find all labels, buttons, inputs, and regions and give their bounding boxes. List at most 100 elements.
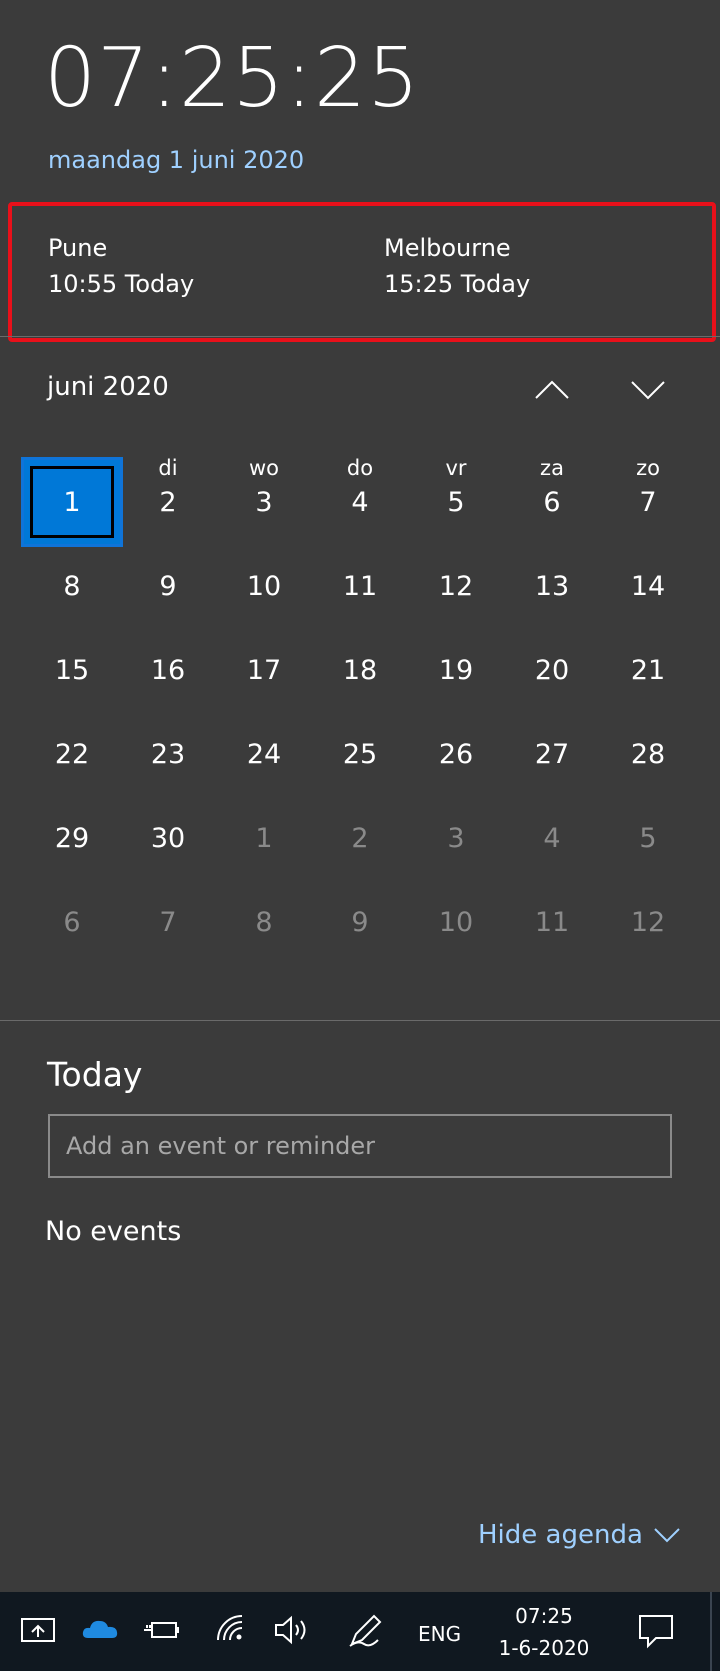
- calendar-day-number: 29: [54, 822, 90, 854]
- tablet-mode-icon[interactable]: [18, 1610, 58, 1650]
- calendar-day[interactable]: 17: [216, 628, 312, 712]
- calendar-day[interactable]: 12: [408, 544, 504, 628]
- calendar-day-number: 7: [639, 486, 657, 518]
- calendar-day[interactable]: 13: [504, 544, 600, 628]
- show-desktop-button[interactable]: [710, 1592, 712, 1671]
- divider: [0, 336, 720, 337]
- calendar-day[interactable]: 8: [24, 544, 120, 628]
- calendar-day-number: 19: [438, 654, 474, 686]
- calendar-day[interactable]: 6: [504, 460, 600, 544]
- previous-month-button[interactable]: [532, 370, 572, 410]
- next-month-button[interactable]: [628, 370, 668, 410]
- calendar-flyout: 07:25:25 maandag 1 juni 2020 Pune 10:55 …: [0, 0, 720, 1592]
- taskbar-clock[interactable]: 07:25 1-6-2020: [488, 1600, 600, 1664]
- calendar-day[interactable]: 21: [600, 628, 696, 712]
- chevron-down-icon: [654, 1528, 680, 1543]
- calendar-day-number: 9: [159, 570, 177, 602]
- calendar-day[interactable]: 4: [312, 460, 408, 544]
- action-center-icon[interactable]: [636, 1610, 676, 1650]
- add-event-input[interactable]: [48, 1114, 672, 1178]
- calendar-day-number: 27: [534, 738, 570, 770]
- calendar-day[interactable]: 20: [504, 628, 600, 712]
- calendar-day[interactable]: 10: [408, 880, 504, 964]
- calendar-day-number: 1: [63, 486, 81, 518]
- calendar-day[interactable]: 2: [312, 796, 408, 880]
- calendar-day[interactable]: 23: [120, 712, 216, 796]
- calendar-day-number: 15: [54, 654, 90, 686]
- calendar-day-number: 24: [246, 738, 282, 770]
- calendar-day-number: 1: [255, 822, 273, 854]
- calendar-day-number: 14: [630, 570, 666, 602]
- calendar-day[interactable]: 24: [216, 712, 312, 796]
- calendar-day[interactable]: 30: [120, 796, 216, 880]
- chevron-up-icon: [535, 380, 569, 399]
- taskbar-date: 1-6-2020: [498, 1636, 590, 1660]
- calendar-day[interactable]: 11: [504, 880, 600, 964]
- calendar-day[interactable]: 3: [216, 460, 312, 544]
- calendar-day[interactable]: 22: [24, 712, 120, 796]
- calendar-day[interactable]: 16: [120, 628, 216, 712]
- calendar-day[interactable]: 15: [24, 628, 120, 712]
- current-time: 07:25:25: [44, 31, 421, 126]
- world-clock-melbourne: Melbourne 15:25 Today: [384, 230, 530, 302]
- calendar-day[interactable]: 5: [408, 460, 504, 544]
- no-events-text: No events: [45, 1216, 182, 1247]
- world-clock-time: 15:25 Today: [384, 270, 531, 298]
- calendar-day[interactable]: 6: [24, 880, 120, 964]
- calendar-day[interactable]: 11: [312, 544, 408, 628]
- calendar-day[interactable]: 8: [216, 880, 312, 964]
- calendar-day[interactable]: 29: [24, 796, 120, 880]
- calendar-day-number: 20: [534, 654, 570, 686]
- month-label[interactable]: juni 2020: [47, 374, 169, 400]
- language-indicator[interactable]: ENG: [418, 1622, 461, 1646]
- calendar-day[interactable]: 14: [600, 544, 696, 628]
- calendar-day[interactable]: 3: [408, 796, 504, 880]
- calendar-day[interactable]: 7: [600, 460, 696, 544]
- volume-icon[interactable]: [272, 1610, 312, 1650]
- pen-workspace-icon[interactable]: [346, 1610, 386, 1650]
- calendar-day-number: 16: [150, 654, 186, 686]
- calendar-day[interactable]: 27: [504, 712, 600, 796]
- calendar-day-number: 12: [438, 570, 474, 602]
- calendar-day-number: 30: [150, 822, 186, 854]
- calendar-day[interactable]: 5: [600, 796, 696, 880]
- taskbar: [0, 1592, 720, 1671]
- divider: [0, 1020, 720, 1021]
- calendar-day[interactable]: 4: [504, 796, 600, 880]
- chevron-down-icon: [631, 381, 665, 400]
- calendar-day-today[interactable]: 1: [21, 457, 123, 547]
- calendar-day[interactable]: 10: [216, 544, 312, 628]
- calendar-day[interactable]: 9: [312, 880, 408, 964]
- calendar-day-number: 8: [63, 570, 81, 602]
- calendar-day-number: 2: [351, 822, 369, 854]
- hide-agenda-label: Hide agenda: [478, 1520, 643, 1550]
- calendar-day-number: 7: [159, 906, 177, 938]
- taskbar-time: 07:25: [515, 1604, 573, 1628]
- calendar-day[interactable]: 1: [216, 796, 312, 880]
- calendar-day[interactable]: 18: [312, 628, 408, 712]
- calendar-day-number: 11: [342, 570, 378, 602]
- calendar-day[interactable]: 12: [600, 880, 696, 964]
- battery-charging-icon[interactable]: [142, 1610, 182, 1650]
- calendar-day-number: 3: [255, 486, 273, 518]
- calendar-day[interactable]: 2: [120, 460, 216, 544]
- calendar-day-number: 12: [630, 906, 666, 938]
- world-clocks-highlight: Pune 10:55 Today Melbourne 15:25 Today: [8, 202, 716, 342]
- calendar-day[interactable]: 19: [408, 628, 504, 712]
- calendar-day[interactable]: 28: [600, 712, 696, 796]
- current-date-link[interactable]: maandag 1 juni 2020: [48, 148, 304, 172]
- calendar-day-number: 21: [630, 654, 666, 686]
- calendar-day-number: 10: [246, 570, 282, 602]
- calendar-day-number: 23: [150, 738, 186, 770]
- hide-agenda-button[interactable]: Hide agenda: [478, 1522, 681, 1548]
- wifi-icon[interactable]: [212, 1610, 252, 1650]
- calendar-day[interactable]: 25: [312, 712, 408, 796]
- calendar-day-number: 6: [63, 906, 81, 938]
- calendar-day[interactable]: 7: [120, 880, 216, 964]
- calendar-day-number: 13: [534, 570, 570, 602]
- onedrive-cloud-icon[interactable]: [80, 1610, 120, 1650]
- agenda-title: Today: [47, 1055, 143, 1094]
- world-clock-time: 10:55 Today: [48, 270, 195, 298]
- calendar-day[interactable]: 9: [120, 544, 216, 628]
- calendar-day[interactable]: 26: [408, 712, 504, 796]
